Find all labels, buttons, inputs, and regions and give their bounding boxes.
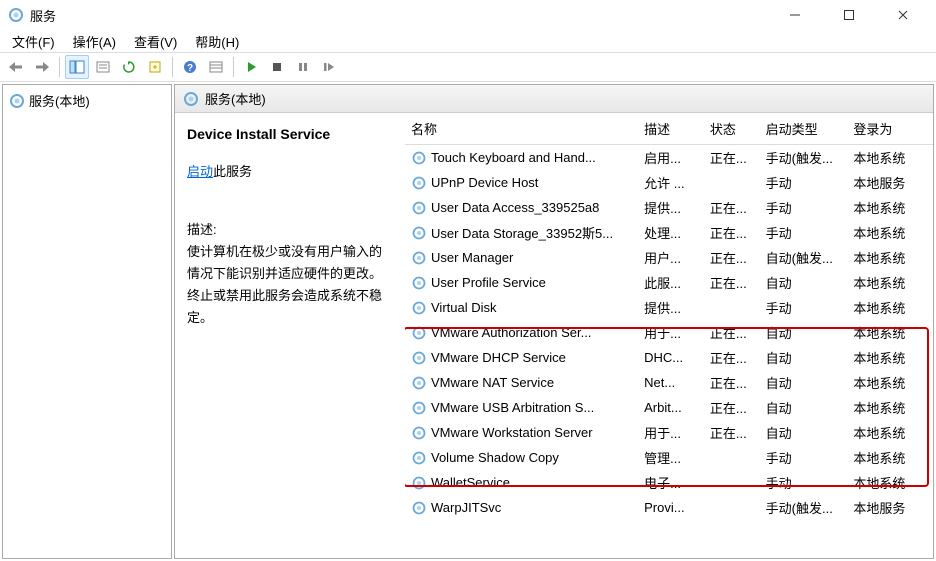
restart-service-button[interactable] (317, 55, 341, 79)
gear-icon (411, 225, 427, 241)
minimize-button[interactable] (780, 4, 810, 26)
list-header: 名称 描述 状态 启动类型 登录为 (405, 113, 933, 145)
menubar: 文件(F) 操作(A) 查看(V) 帮助(H) (0, 30, 936, 52)
toolbar: ? (0, 52, 936, 82)
show-hide-tree-button[interactable] (65, 55, 89, 79)
description-block: 描述: 使计算机在极少或没有用户输入的情况下能识别并适应硬件的更改。终止或禁用此… (187, 219, 393, 329)
list-rows: Touch Keyboard and Hand... 启用... 正在... 手… (405, 145, 933, 558)
services-icon (183, 91, 199, 107)
detail-pane: Device Install Service 启动此服务 描述: 使计算机在极少… (175, 113, 405, 558)
gear-icon (411, 250, 427, 266)
service-row[interactable]: User Data Access_339525a8 提供... 正在... 手动… (405, 195, 933, 220)
sidebar: 服务(本地) (2, 84, 172, 559)
service-row[interactable]: VMware USB Arbitration S... Arbit... 正在.… (405, 395, 933, 420)
column-desc[interactable]: 描述 (644, 119, 710, 138)
gear-icon (411, 300, 427, 316)
gear-icon (411, 150, 427, 166)
gear-icon (411, 475, 427, 491)
service-row[interactable]: Volume Shadow Copy 管理... 手动 本地系统 (405, 445, 933, 470)
maximize-button[interactable] (834, 4, 864, 26)
column-name[interactable]: 名称 (405, 119, 644, 138)
service-row[interactable]: WalletService 电子... 手动 本地系统 (405, 470, 933, 495)
menu-action[interactable]: 操作(A) (73, 32, 116, 51)
menu-file[interactable]: 文件(F) (12, 32, 55, 51)
gear-icon (411, 200, 427, 216)
service-row[interactable]: User Profile Service 此服... 正在... 自动 本地系统 (405, 270, 933, 295)
titlebar: 服务 (0, 0, 936, 30)
service-row[interactable]: WarpJITSvc Provi... 手动(触发... 本地服务 (405, 495, 933, 520)
content-header: 服务(本地) (175, 85, 933, 113)
service-row[interactable]: VMware Authorization Ser... 用于... 正在... … (405, 320, 933, 345)
close-button[interactable] (888, 4, 918, 26)
service-row[interactable]: VMware NAT Service Net... 正在... 自动 本地系统 (405, 370, 933, 395)
gear-icon (411, 350, 427, 366)
service-actions: 启动此服务 (187, 161, 393, 183)
toolbar-separator (172, 57, 173, 77)
column-logon[interactable]: 登录为 (853, 119, 933, 138)
refresh-button[interactable] (117, 55, 141, 79)
gear-icon (411, 425, 427, 441)
toolbar-separator (59, 57, 60, 77)
content-body: Device Install Service 启动此服务 描述: 使计算机在极少… (175, 113, 933, 558)
menu-view[interactable]: 查看(V) (134, 32, 177, 51)
services-icon (9, 93, 25, 109)
back-button[interactable] (4, 55, 28, 79)
service-row[interactable]: VMware DHCP Service DHC... 正在... 自动 本地系统 (405, 345, 933, 370)
main-area: 服务(本地) 服务(本地) Device Install Service 启动此… (0, 82, 936, 561)
service-row[interactable]: UPnP Device Host 允许 ... 手动 本地服务 (405, 170, 933, 195)
forward-button[interactable] (30, 55, 54, 79)
start-service-button[interactable] (239, 55, 263, 79)
gear-icon (411, 275, 427, 291)
stop-service-button[interactable] (265, 55, 289, 79)
properties-button[interactable] (91, 55, 115, 79)
menu-help[interactable]: 帮助(H) (195, 32, 239, 51)
sidebar-item-services-local[interactable]: 服务(本地) (9, 89, 165, 112)
export-button[interactable] (143, 55, 167, 79)
service-row[interactable]: User Data Storage_33952斯5... 处理... 正在...… (405, 220, 933, 245)
gear-icon (411, 325, 427, 341)
window-title: 服务 (30, 6, 56, 25)
toolbar-separator (233, 57, 234, 77)
service-row[interactable]: VMware Workstation Server 用于... 正在... 自动… (405, 420, 933, 445)
window-controls (780, 4, 928, 26)
content-pane: 服务(本地) Device Install Service 启动此服务 描述: … (174, 84, 934, 559)
help-button[interactable]: ? (178, 55, 202, 79)
app-icon (8, 7, 24, 23)
sidebar-item-label: 服务(本地) (29, 91, 90, 110)
svg-text:?: ? (187, 63, 193, 74)
gear-icon (411, 400, 427, 416)
selected-service-name: Device Install Service (187, 123, 393, 147)
gear-icon (411, 175, 427, 191)
services-list: 名称 描述 状态 启动类型 登录为 Touch Keyboard and Han… (405, 113, 933, 558)
gear-icon (411, 450, 427, 466)
content-header-title: 服务(本地) (205, 89, 266, 108)
column-startup[interactable]: 启动类型 (766, 119, 854, 138)
gear-icon (411, 375, 427, 391)
list-button[interactable] (204, 55, 228, 79)
description-label: 描述: (187, 219, 393, 241)
start-link[interactable]: 启动 (187, 164, 213, 179)
gear-icon (411, 500, 427, 516)
service-row[interactable]: User Manager 用户... 正在... 自动(触发... 本地系统 (405, 245, 933, 270)
pause-service-button[interactable] (291, 55, 315, 79)
service-row[interactable]: Virtual Disk 提供... 手动 本地系统 (405, 295, 933, 320)
column-status[interactable]: 状态 (710, 119, 766, 138)
description-text: 使计算机在极少或没有用户输入的情况下能识别并适应硬件的更改。终止或禁用此服务会造… (187, 241, 393, 329)
service-row[interactable]: Touch Keyboard and Hand... 启用... 正在... 手… (405, 145, 933, 170)
action-suffix: 此服务 (213, 164, 252, 179)
